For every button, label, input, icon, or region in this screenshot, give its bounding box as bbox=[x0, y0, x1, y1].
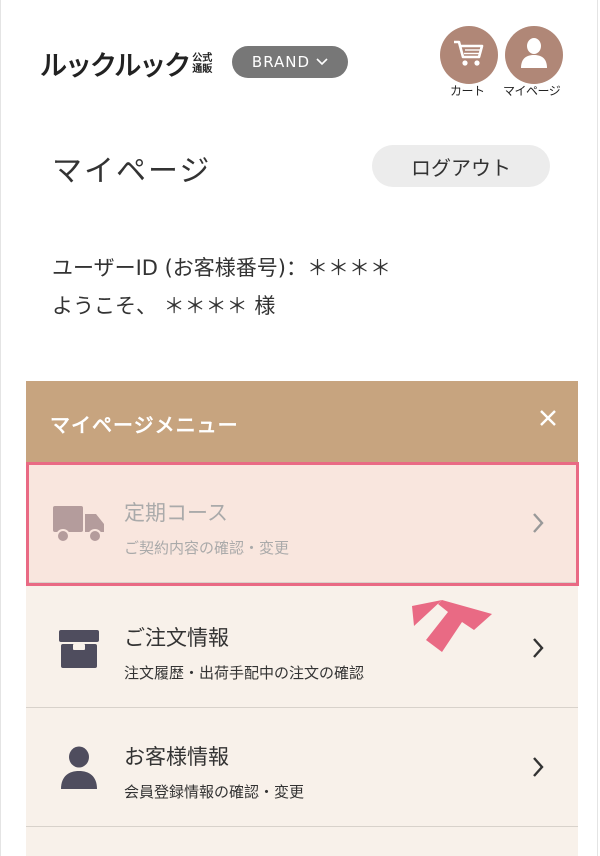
chevron-right-icon bbox=[528, 511, 548, 535]
person-icon bbox=[52, 741, 106, 795]
menu-item-desc: 注文履歴・出荷手配中の注文の確認 bbox=[124, 664, 365, 682]
page-title: マイページ bbox=[52, 154, 212, 189]
menu-item-customer-info[interactable]: お客様情報 会員登録情報の確認・変更 bbox=[26, 709, 578, 827]
menu-item-desc: ご契約内容の確認・変更 bbox=[124, 539, 290, 557]
menu-item-label: 定期コース bbox=[124, 501, 228, 525]
arrow-pointer-icon bbox=[408, 592, 494, 658]
menu-item-label: お客様情報 bbox=[124, 745, 229, 769]
menu-header: マイページメニュー bbox=[26, 381, 578, 465]
mypage-label[interactable]: マイページ bbox=[503, 82, 561, 99]
menu-item-subscription[interactable]: 定期コース ご契約内容の確認・変更 bbox=[26, 465, 578, 583]
truck-icon bbox=[52, 497, 106, 551]
logo-sub-line-2: 通販 bbox=[192, 63, 213, 75]
brand-dropdown-button[interactable]: BRAND bbox=[232, 46, 348, 78]
chevron-right-icon bbox=[528, 636, 548, 660]
menu-title: マイページメニュー bbox=[50, 413, 239, 437]
brand-label: BRAND bbox=[251, 53, 311, 71]
welcome-text: ようこそ、 ＊＊＊＊ 様 bbox=[52, 294, 276, 318]
menu-item-orders[interactable]: ご注文情報 注文履歴・出荷手配中の注文の確認 bbox=[26, 590, 578, 708]
menu-item-label: ご注文情報 bbox=[124, 626, 229, 650]
box-icon bbox=[52, 622, 106, 676]
menu-item-desc: 会員登録情報の確認・変更 bbox=[124, 783, 305, 801]
logout-button[interactable]: ログアウト bbox=[372, 145, 550, 187]
logo-text: ルックルック bbox=[40, 51, 191, 82]
user-icon bbox=[520, 37, 548, 73]
chevron-right-icon bbox=[528, 755, 548, 779]
site-logo[interactable]: ルックルック 公式 通販 bbox=[40, 44, 212, 83]
chevron-down-icon bbox=[316, 55, 328, 69]
mypage-menu: マイページメニュー 定期コース ご契約内容の確認・変更 ご注文情報 注文履歴・出… bbox=[26, 381, 578, 856]
cart-button[interactable] bbox=[440, 26, 498, 84]
logo-subtext: 公式 通販 bbox=[192, 53, 212, 75]
logo-sub-line-1: 公式 bbox=[192, 52, 213, 64]
user-id-text: ユーザーID (お客様番号)：＊＊＊＊ bbox=[52, 256, 392, 280]
mypage-button[interactable] bbox=[505, 26, 563, 84]
cart-label[interactable]: カート bbox=[450, 82, 485, 99]
close-icon[interactable] bbox=[538, 405, 558, 433]
cart-icon bbox=[452, 38, 486, 72]
